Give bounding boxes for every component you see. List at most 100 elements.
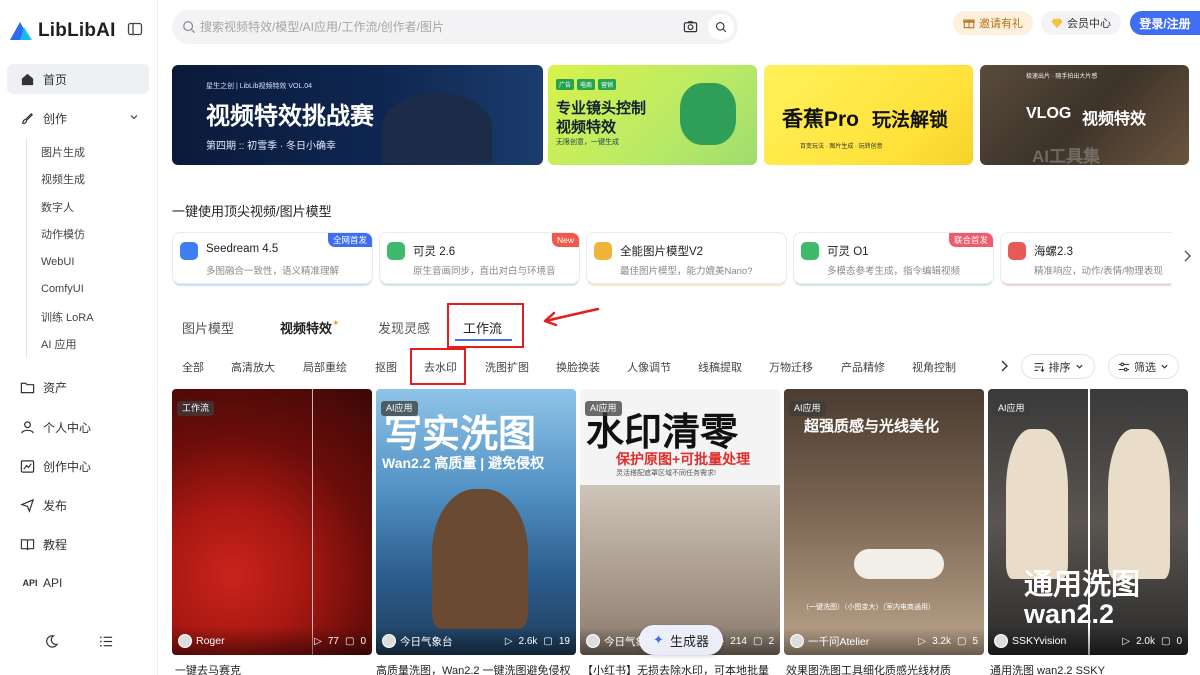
model-card[interactable]: 可灵 2.6 原生音画同步，直出对白与环境音 New: [379, 232, 580, 284]
card-author[interactable]: Roger: [196, 635, 225, 647]
search-input[interactable]: [200, 20, 670, 34]
card-author[interactable]: SSKYvision: [1012, 635, 1066, 647]
sort-dropdown[interactable]: 排序: [1021, 354, 1095, 379]
chip-lineart[interactable]: 线稿提取: [698, 359, 742, 375]
card-title[interactable]: 高质量洗图，Wan2.2 一键洗图避免侵权: [376, 662, 576, 675]
chip-all[interactable]: 全部: [182, 359, 204, 375]
model-logo-icon: [801, 242, 819, 260]
banner-title-line2: 视频特效: [1082, 111, 1147, 128]
card-portrait-image: [1006, 429, 1068, 579]
search-submit-button[interactable]: [708, 14, 734, 40]
avatar[interactable]: [790, 634, 804, 648]
tab-video-effects[interactable]: 视频特效✦: [280, 318, 340, 337]
chart-icon: [19, 458, 35, 474]
model-card[interactable]: 全能图片模型V2 最佳图片模型，能力媲美Nano?: [586, 232, 787, 284]
invite-button[interactable]: 邀请有礼: [953, 11, 1033, 35]
avatar[interactable]: [382, 634, 396, 648]
card-title[interactable]: 【小红书】无损去除水印，可本地批量: [582, 662, 778, 675]
card-title[interactable]: 效果图洗图工具细化质感光线材质: [786, 662, 982, 675]
watermark-text: AI工具集: [1032, 147, 1100, 166]
sidebar-item-home[interactable]: 首页: [7, 64, 149, 94]
sidebar-collapse-icon[interactable]: [127, 21, 143, 37]
filter-dropdown[interactable]: 筛选: [1108, 354, 1179, 379]
model-description: 精准响应，动作/表情/物理表现: [1034, 266, 1163, 277]
banner-subtitle: 百变玩法 · 图片生成 · 玩转创意: [800, 144, 883, 150]
model-name: 全能图片模型V2: [620, 246, 704, 258]
model-card[interactable]: 海螺2.3 精准响应，动作/表情/物理表现: [1000, 232, 1172, 284]
banner-banana-pro[interactable]: 香蕉Pro 玩法解锁 百变玩法 · 图片生成 · 玩转创意: [764, 65, 973, 165]
search-icon: [715, 21, 727, 33]
model-card[interactable]: 可灵 O1 多模态参考生成，指令编辑视频 联合首发: [793, 232, 994, 284]
moon-icon[interactable]: [44, 634, 59, 649]
sidebar-footer: [0, 634, 158, 649]
sidebar-item-motion[interactable]: 动作模仿: [41, 221, 158, 249]
sidebar-item-digital-human[interactable]: 数字人: [41, 193, 158, 221]
card-overlay-caption: 灵活搭配遮罩区域不同任务需求!: [616, 470, 716, 477]
brand-logo[interactable]: LibLibAI: [10, 18, 116, 44]
card-author[interactable]: 一千问Atelier: [808, 634, 869, 649]
card-title[interactable]: 通用洗图 wan2.2 SSKY: [990, 662, 1186, 675]
sidebar-item-train-lora[interactable]: 训练 LoRA: [41, 303, 158, 331]
chip-transfer[interactable]: 万物迁移: [769, 359, 813, 375]
sidebar-item-publish[interactable]: 发布: [7, 490, 149, 520]
book-icon: [19, 536, 35, 552]
chip-portrait[interactable]: 人像调节: [627, 359, 671, 375]
search-bar[interactable]: [172, 10, 738, 44]
card-author[interactable]: 今日气象台: [400, 634, 453, 649]
sidebar-item-api[interactable]: API API: [7, 568, 149, 598]
banner-video-effects-challenge[interactable]: 星生之创 | LibLib视频特效 VOL.04 视频特效挑战赛 第四期 :: …: [172, 65, 543, 165]
workflow-card[interactable]: 通用洗图 wan2.2 AI应用 SSKYvision ▷ 2.0k ▢ 0: [988, 389, 1188, 655]
card-likes: 2.6k: [518, 635, 538, 647]
sidebar-item-personal[interactable]: 个人中心: [7, 412, 149, 442]
home-icon: [19, 71, 35, 87]
highlight-box-remove-watermark: [410, 348, 466, 385]
sidebar-item-creator[interactable]: 创作中心: [7, 451, 149, 481]
avatar[interactable]: [994, 634, 1008, 648]
sidebar-item-assets[interactable]: 资产: [7, 372, 149, 402]
banner-subtitle: 第四期 :: 初雪季 · 冬日小确幸: [206, 141, 336, 152]
member-center-button[interactable]: 会员中心: [1041, 11, 1121, 35]
chip-inpaint[interactable]: 局部重绘: [303, 359, 347, 375]
camera-icon[interactable]: [683, 19, 698, 34]
workflow-card[interactable]: 写实洗图 Wan2.2 高质量 | 避免侵权 AI应用 今日气象台 ▷ 2.6k …: [376, 389, 576, 655]
sidebar-item-comfyui[interactable]: ComfyUI: [41, 276, 158, 304]
avatar[interactable]: [178, 634, 192, 648]
generator-button[interactable]: ✦ 生成器: [639, 625, 723, 655]
tab-video-effects-label: 视频特效: [280, 321, 333, 336]
sidebar-item-ai-app[interactable]: AI 应用: [41, 331, 158, 359]
chip-view-control[interactable]: 视角控制: [912, 359, 956, 375]
menu-list-icon[interactable]: [99, 634, 114, 649]
chip-wash-expand[interactable]: 洗图扩图: [485, 359, 529, 375]
chevron-right-icon[interactable]: [999, 359, 1009, 373]
workflow-card[interactable]: 超强质感与光线美化 （一键洗图）（小图变大）（室内电商通用） AI应用 一千问A…: [784, 389, 984, 655]
chip-faceswap[interactable]: 换脸换装: [556, 359, 600, 375]
chip-cutout[interactable]: 抠图: [375, 359, 397, 375]
chip-product-retouch[interactable]: 产品精修: [841, 359, 885, 375]
workflow-card[interactable]: 工作流 Roger ▷ 77 ▢ 0: [172, 389, 372, 655]
model-name: 可灵 O1: [827, 246, 869, 258]
tab-image-models[interactable]: 图片模型: [182, 318, 234, 337]
sidebar-item-tutorial[interactable]: 教程: [7, 529, 149, 559]
model-name: Seedream 4.5: [206, 243, 279, 255]
sidebar-item-create[interactable]: 创作: [7, 103, 149, 133]
card-title[interactable]: 一键去马赛克: [175, 662, 371, 675]
banner-lens-control[interactable]: 广告 电商 营销 专业镜头控制 视频特效 无限创意，一键生成: [548, 65, 757, 165]
chevron-down-icon[interactable]: [129, 112, 139, 122]
login-button[interactable]: 登录/注册: [1130, 11, 1200, 35]
sidebar-item-webui[interactable]: WebUI: [41, 248, 158, 276]
model-card[interactable]: Seedream 4.5 多图融合一致性，语义精准理解 全网首发: [172, 232, 373, 284]
comment-icon: ▢: [543, 635, 553, 647]
sidebar-item-video-gen[interactable]: 视频生成: [41, 166, 158, 194]
sparkle-icon: ✦: [653, 632, 664, 647]
model-description: 原生音画同步，直出对白与环境音: [413, 266, 556, 277]
sidebar-item-image-gen[interactable]: 图片生成: [41, 138, 158, 166]
chevron-right-icon[interactable]: [1182, 249, 1192, 263]
avatar[interactable]: [586, 634, 600, 648]
chip-upscale[interactable]: 高清放大: [231, 359, 275, 375]
sidebar-item-label: 发布: [43, 498, 68, 513]
tab-inspiration[interactable]: 发现灵感: [378, 318, 430, 337]
filter-icon: [1118, 362, 1130, 371]
sidebar-item-label: 个人中心: [43, 420, 92, 435]
workflow-card[interactable]: 水印清零 保护原图+可批量处理 灵活搭配遮罩区域不同任务需求! AI应用 今日气…: [580, 389, 780, 655]
card-stats: ▷ 2.0k ▢ 0: [1122, 636, 1182, 647]
